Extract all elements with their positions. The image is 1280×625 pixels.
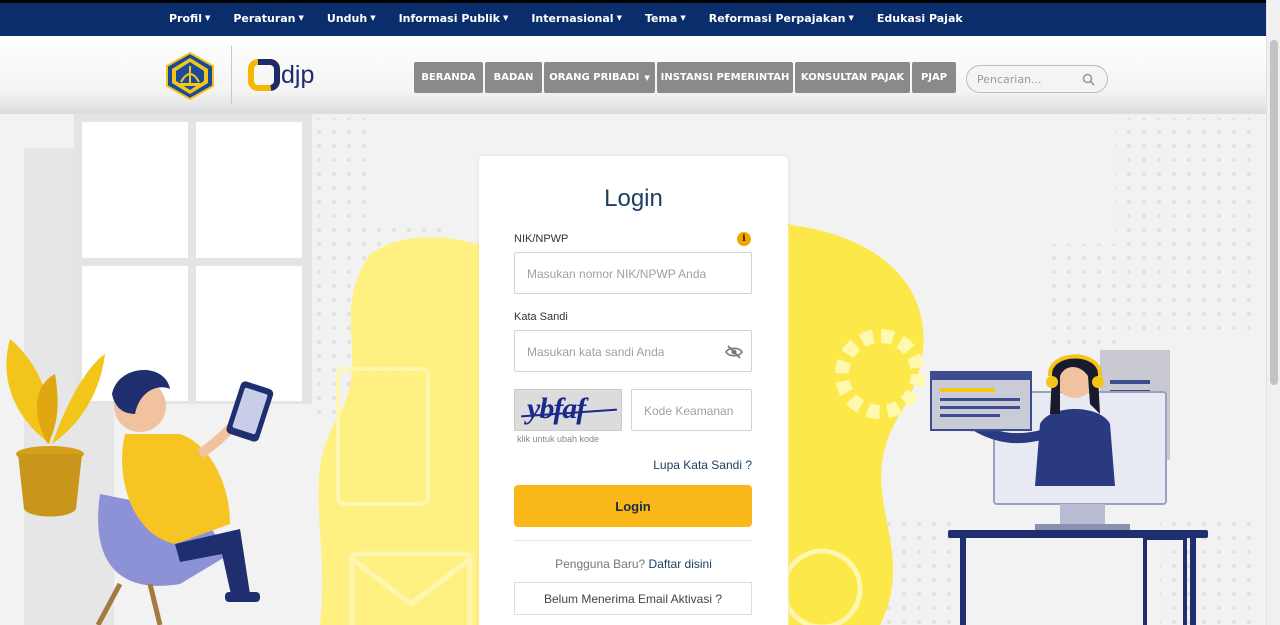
nik-field	[514, 252, 752, 294]
site-header: djp BERANDA BADAN ORANG PRIBADI ▼ INSTANS…	[0, 36, 1266, 114]
topnav-label: Internasional	[531, 12, 614, 25]
main-menu: BERANDA BADAN ORANG PRIBADI ▼ INSTANSI PE…	[414, 62, 958, 93]
topnav-item-peraturan[interactable]: Peraturan ▼	[233, 12, 304, 25]
login-button[interactable]: Login	[514, 485, 752, 527]
menu-label: BADAN	[493, 72, 534, 83]
topnav-item-reformasi-perpajakan[interactable]: Reformasi Perpajakan ▼	[709, 12, 854, 25]
password-field	[514, 330, 752, 372]
top-navigation-bar: Profil ▼ Peraturan ▼ Unduh ▼ Informasi Publ…	[0, 0, 1266, 36]
divider	[514, 540, 752, 541]
search-icon[interactable]	[1082, 73, 1095, 86]
login-card: Login NIK/NPWP i Kata Sandi ybfaf klik u…	[479, 156, 788, 625]
search-box	[966, 65, 1108, 93]
register-link[interactable]: Daftar disini	[649, 557, 712, 571]
topnav-label: Edukasi Pajak	[876, 12, 963, 25]
topnav-item-internasional[interactable]: Internasional ▼	[531, 12, 622, 25]
menu-badan-button[interactable]: BADAN	[485, 62, 542, 93]
topnav-label: Peraturan	[233, 12, 296, 25]
topnav-item-unduh[interactable]: Unduh ▼	[327, 12, 376, 25]
topnav-label: Tema	[644, 12, 678, 25]
caret-down-icon: ▼	[680, 14, 686, 22]
topnav-label: Reformasi Perpajakan	[708, 12, 846, 25]
caret-down-icon: ▼	[298, 14, 304, 22]
captcha-image[interactable]: ybfaf	[514, 389, 622, 431]
caret-down-icon: ▼	[502, 14, 509, 22]
activation-label: Belum Menerima Email Aktivasi ?	[543, 591, 723, 606]
topnav-item-informasi-publik[interactable]: Informasi Publik ▼	[399, 12, 509, 25]
menu-label: PJAP	[920, 72, 948, 83]
eye-slash-icon[interactable]	[725, 343, 743, 361]
topnav-label: Informasi Publik	[398, 12, 500, 25]
logo-divider	[231, 46, 232, 104]
scrollbar-thumb[interactable]	[1270, 40, 1278, 385]
caret-down-icon: ▼	[616, 14, 622, 22]
nik-label: NIK/NPWP	[514, 233, 569, 245]
topnav-item-profil[interactable]: Profil ▼	[169, 12, 210, 25]
menu-label: KONSULTAN PAJAK	[800, 72, 905, 83]
topnav-item-tema[interactable]: Tema ▼	[645, 12, 686, 25]
nik-input[interactable]	[527, 265, 717, 283]
password-input[interactable]	[527, 343, 717, 361]
menu-label: ORANG PRIBADI	[549, 72, 640, 83]
menu-instansi-pemerintah-button[interactable]: INSTANSI PEMERINTAH	[657, 62, 793, 93]
captcha-text: ybfaf	[527, 392, 586, 425]
login-button-label: Login	[615, 498, 651, 514]
menu-label: BERANDA	[421, 72, 476, 83]
captcha-input[interactable]	[644, 402, 744, 420]
djp-logo[interactable]: djp	[248, 58, 328, 92]
topnav-label: Profil	[169, 12, 202, 25]
menu-konsultan-pajak-button[interactable]: KONSULTAN PAJAK	[795, 62, 910, 93]
caret-down-icon: ▼	[644, 73, 650, 82]
menu-label: INSTANSI PEMERINTAH	[660, 72, 790, 83]
activation-email-button[interactable]: Belum Menerima Email Aktivasi ?	[514, 582, 752, 615]
caret-down-icon: ▼	[204, 14, 211, 22]
captcha-refresh-note[interactable]: klik untuk ubah kode	[517, 434, 599, 444]
menu-orang-pribadi-button[interactable]: ORANG PRIBADI ▼	[544, 62, 655, 93]
password-label: Kata Sandi	[514, 311, 568, 323]
menu-pjap-button[interactable]: PJAP	[912, 62, 956, 93]
menu-beranda-button[interactable]: BERANDA	[414, 62, 483, 93]
new-user-text: Pengguna Baru?	[555, 557, 646, 571]
search-input[interactable]	[977, 71, 1077, 88]
forgot-password-link[interactable]: Lupa Kata Sandi ?	[479, 458, 752, 472]
top-nav-list: Profil ▼ Peraturan ▼ Unduh ▼ Informasi Publ…	[169, 12, 986, 25]
captcha-field	[631, 389, 752, 431]
info-icon[interactable]: i	[737, 232, 751, 246]
caret-down-icon: ▼	[848, 14, 854, 22]
register-row: Pengguna Baru? Daftar disini	[479, 557, 788, 571]
kemenkeu-logo-icon[interactable]	[165, 52, 215, 100]
login-title: Login	[604, 185, 663, 212]
topnav-label: Unduh	[326, 12, 368, 25]
page-scrollbar[interactable]	[1266, 0, 1280, 625]
djp-logo-text: djp	[281, 61, 314, 89]
caret-down-icon: ▼	[370, 14, 376, 22]
topnav-item-edukasi-pajak[interactable]: Edukasi Pajak	[877, 12, 963, 25]
